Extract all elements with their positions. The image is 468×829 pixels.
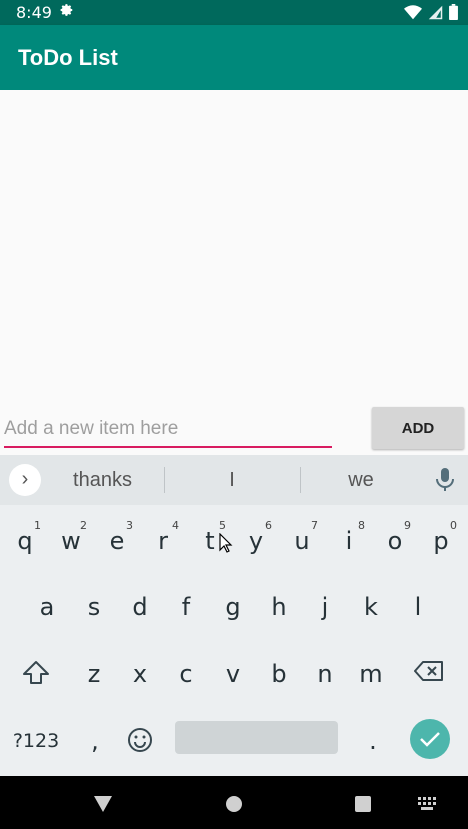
chevron-right-icon[interactable]: ›: [9, 464, 41, 496]
key-u[interactable]: 7u: [279, 515, 325, 571]
key-l[interactable]: l: [395, 581, 441, 637]
navigation-bar: [0, 776, 468, 829]
divider: [164, 467, 165, 493]
key-x[interactable]: x: [117, 648, 163, 704]
period-key[interactable]: .: [350, 715, 396, 771]
key-r[interactable]: 4r: [140, 515, 186, 571]
checkmark-icon: [419, 730, 441, 753]
emoji-icon: [117, 727, 163, 759]
suggestion-3[interactable]: we: [312, 469, 410, 492]
suggestion-2[interactable]: I: [182, 469, 282, 492]
key-n[interactable]: n: [302, 648, 348, 704]
key-k[interactable]: k: [348, 581, 394, 637]
key-s[interactable]: s: [71, 581, 117, 637]
divider: [300, 467, 301, 493]
key-i[interactable]: 8i: [326, 515, 372, 571]
key-a[interactable]: a: [24, 581, 70, 637]
key-z[interactable]: z: [71, 648, 117, 704]
key-v[interactable]: v: [210, 648, 256, 704]
key-c[interactable]: c: [163, 648, 209, 704]
shift-icon: [13, 660, 59, 692]
new-item-field-wrap: [4, 412, 332, 448]
key-g[interactable]: g: [210, 581, 256, 637]
key-w[interactable]: 2w: [48, 515, 94, 571]
backspace-icon: [406, 660, 452, 688]
recents-icon[interactable]: [354, 795, 372, 818]
key-m[interactable]: m: [348, 648, 394, 704]
key-d[interactable]: d: [117, 581, 163, 637]
symbols-key[interactable]: ?123: [5, 715, 67, 771]
add-button[interactable]: ADD: [372, 407, 464, 449]
space-key[interactable]: [175, 721, 338, 754]
key-j[interactable]: j: [302, 581, 348, 637]
app-title: ToDo List: [18, 45, 118, 70]
shift-key[interactable]: [13, 648, 59, 704]
comma-key[interactable]: ,: [72, 715, 118, 771]
suggestion-strip: › thanks I we: [0, 455, 468, 505]
key-e[interactable]: 3e: [94, 515, 140, 571]
key-f[interactable]: f: [163, 581, 209, 637]
soft-keyboard: › thanks I we 1q 2w 3e 4r 5t 6y 7u 8i 9o…: [0, 455, 468, 776]
cell-signal-icon: [428, 5, 443, 25]
back-icon[interactable]: [93, 795, 113, 818]
keyboard-switch-icon[interactable]: [418, 797, 438, 816]
app-bar: ToDo List: [0, 25, 468, 90]
key-q[interactable]: 1q: [2, 515, 48, 571]
key-o[interactable]: 9o: [372, 515, 418, 571]
mouse-cursor-icon: [219, 532, 233, 558]
wifi-icon: [404, 4, 422, 25]
enter-key[interactable]: [410, 719, 450, 759]
key-b[interactable]: b: [256, 648, 302, 704]
status-bar: 8:49: [0, 0, 468, 25]
backspace-key[interactable]: [406, 648, 452, 704]
key-h[interactable]: h: [256, 581, 302, 637]
key-y[interactable]: 6y: [233, 515, 279, 571]
gear-icon: [60, 3, 74, 22]
emoji-key[interactable]: [117, 715, 163, 771]
battery-icon: [449, 4, 458, 25]
new-item-input[interactable]: [4, 412, 332, 448]
todo-list: [0, 90, 468, 455]
home-icon[interactable]: [225, 795, 243, 818]
suggestion-1[interactable]: thanks: [55, 469, 150, 492]
key-p[interactable]: 0p: [418, 515, 464, 571]
microphone-icon[interactable]: [434, 467, 456, 493]
status-time: 8:49: [16, 3, 52, 22]
